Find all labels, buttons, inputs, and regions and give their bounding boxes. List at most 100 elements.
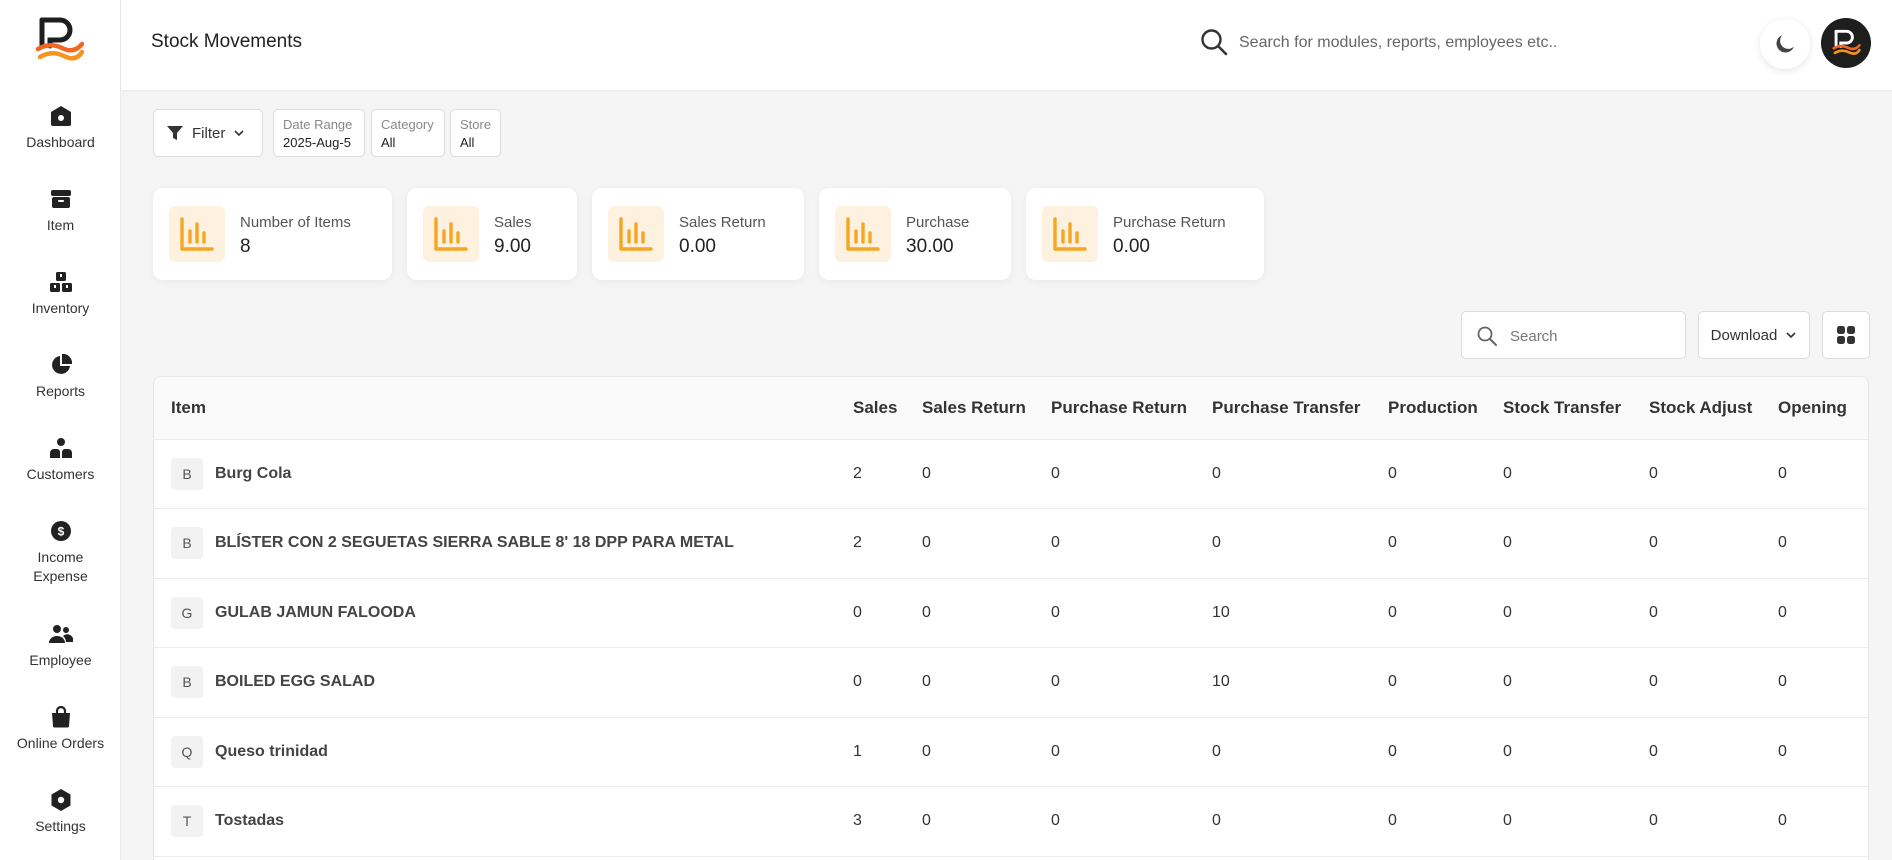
sidebar-item-customers[interactable]: Customers [0,436,121,484]
column-header-purchase-transfer[interactable]: Purchase Transfer [1212,377,1388,440]
filter-button-label: Filter [192,124,226,142]
cell-stock-adjust: 0 [1649,603,1658,621]
stat-icon [1042,206,1098,262]
cell-stock-adjust: 0 [1649,534,1658,552]
stat-label: Purchase [906,214,970,231]
cell-production: 0 [1388,603,1397,621]
theme-toggle-button[interactable] [1760,19,1810,69]
stat-label: Number of Items [240,214,351,231]
sidebar-item-label: Dashboard [26,134,95,150]
cell-sales: 2 [853,534,862,552]
table-row[interactable]: Q Queso trinidad 1 0 0 0 0 0 0 0 [154,717,1868,787]
cell-stock-adjust: 0 [1649,812,1658,830]
table-row[interactable]: B BOILED EGG SALAD 0 0 0 10 0 0 0 0 [154,648,1868,717]
stock-movements-table: Item Sales Sales Return Purchase Return … [153,376,1869,860]
filter-button[interactable]: Filter [153,109,263,157]
users-icon [49,438,72,458]
column-view-button[interactable] [1822,311,1870,359]
cell-purchase-return: 0 [1051,812,1060,830]
chip-label: Date Range [283,117,353,132]
store-chip[interactable]: Store All [450,109,501,157]
stat-icon [835,206,891,262]
sidebar-item-item[interactable]: Item [0,187,121,235]
sidebar-item-settings[interactable]: Settings [0,788,121,836]
table-row[interactable]: B Burg Cola 2 0 0 0 0 0 0 0 [154,439,1868,509]
table-row[interactable]: B BLÍSTER CON 2 SEGUETAS SIERRA SABLE 8' … [154,509,1868,578]
sidebar-item-dashboard[interactable]: Dashboard [0,104,121,152]
global-search-input[interactable] [1239,28,1659,58]
sidebar-item-label: Online Orders [16,735,105,751]
stat-label: Sales Return [679,214,766,231]
stat-card-sales-return: Sales Return 0.00 [592,188,804,280]
avatar-logo-icon [1832,29,1861,55]
dashboard-icon [50,106,71,126]
cell-stock-transfer: 0 [1503,534,1512,552]
stat-value: 8 [240,236,251,257]
date-range-chip[interactable]: Date Range 2025-Aug-5 [273,109,365,157]
cell-purchase-transfer: 10 [1212,603,1230,621]
cell-purchase-return: 0 [1051,464,1060,482]
stat-label: Purchase Return [1113,214,1226,231]
column-header-sales-return[interactable]: Sales Return [922,377,1051,440]
download-button[interactable]: Download [1698,311,1810,359]
column-header-production[interactable]: Production [1388,377,1503,440]
stat-label: Sales [494,214,532,231]
item-initial-badge: Q [171,735,203,768]
cell-purchase-return: 0 [1051,742,1060,760]
table-search-input[interactable] [1510,324,1675,348]
cell-stock-transfer: 0 [1503,812,1512,830]
column-header-stock-transfer[interactable]: Stock Transfer [1503,377,1649,440]
avatar[interactable] [1821,18,1871,68]
sidebar-item-reports[interactable]: Reports [0,353,121,401]
item-initial-badge: T [171,805,203,838]
table-search[interactable] [1461,311,1686,359]
column-header-sales[interactable]: Sales [853,377,922,440]
item-name: BLÍSTER CON 2 SEGUETAS SIERRA SABLE 8' 1… [215,534,734,552]
cell-sales: 3 [853,812,862,830]
sidebar-item-online-orders[interactable]: Online Orders [0,705,121,753]
hexagon-settings-icon [51,789,70,811]
cell-opening: 0 [1778,742,1787,760]
boxes-icon [49,272,72,292]
cell-sales-return: 0 [922,742,931,760]
cell-sales: 0 [853,603,862,621]
cell-sales: 2 [853,464,862,482]
sidebar: Dashboard Item Inventory Reports Custome… [0,0,121,860]
cell-sales: 0 [853,673,862,691]
cell-sales: 1 [853,742,862,760]
table-header-row: Item Sales Sales Return Purchase Return … [154,377,1868,440]
app-logo[interactable] [34,16,84,64]
bar-chart-icon [1053,217,1087,251]
stat-icon [423,206,479,262]
grid-icon [1837,326,1855,344]
sidebar-item-label: Customers [26,466,95,482]
sidebar-item-label: Reports [35,383,86,399]
sidebar-item-label: Inventory [31,300,90,316]
cell-purchase-transfer: 0 [1212,464,1221,482]
column-header-purchase-return[interactable]: Purchase Return [1051,377,1212,440]
chip-value: 2025-Aug-5 [283,135,351,150]
table-row[interactable]: T Tostadas 3 0 0 0 0 0 0 0 [154,787,1868,856]
column-header-opening[interactable]: Opening [1778,377,1868,440]
stat-card-purchase-return: Purchase Return 0.00 [1026,188,1264,280]
category-chip[interactable]: Category All [371,109,445,157]
cell-purchase-transfer: 0 [1212,812,1221,830]
search-icon[interactable] [1199,27,1229,57]
bar-chart-icon [180,217,214,251]
item-initial-badge: B [171,527,203,560]
archive-box-icon [50,190,71,208]
stat-card-purchase: Purchase 30.00 [819,188,1011,280]
cell-purchase-transfer: 10 [1212,673,1230,691]
stat-icon [608,206,664,262]
column-header-item[interactable]: Item [154,377,853,440]
cell-stock-adjust: 0 [1649,464,1658,482]
stat-value: 9.00 [494,236,531,257]
cell-opening: 0 [1778,673,1787,691]
table-row[interactable]: G GULAB JAMUN FALOODA 0 0 0 10 0 0 0 0 [154,578,1868,648]
cell-purchase-return: 0 [1051,673,1060,691]
item-name: Burg Cola [215,464,292,482]
sidebar-item-income-expense[interactable]: $ Income Expense [0,519,121,586]
column-header-stock-adjust[interactable]: Stock Adjust [1649,377,1778,440]
sidebar-item-employee[interactable]: Employee [0,622,121,670]
sidebar-item-inventory[interactable]: Inventory [0,270,121,318]
